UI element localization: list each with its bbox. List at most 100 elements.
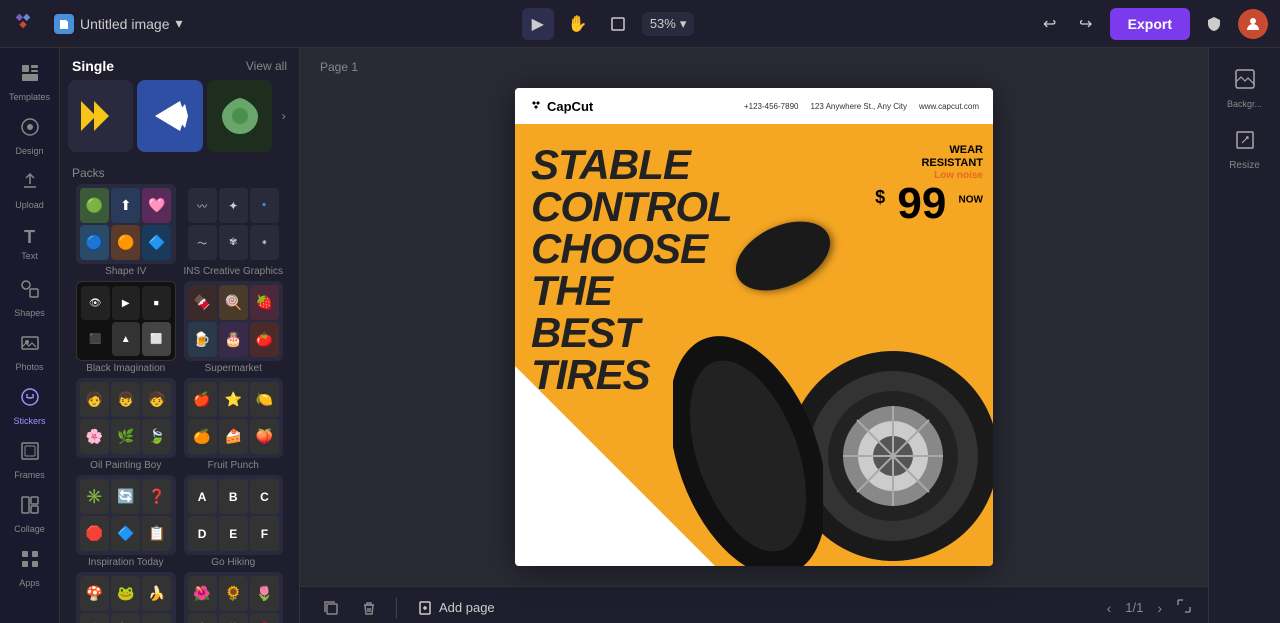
topbar-tools: ▶ ✋ 53% ▾ bbox=[195, 8, 1022, 40]
frame-tool-btn[interactable] bbox=[602, 8, 634, 40]
file-title: Untitled image bbox=[80, 16, 170, 32]
pack-supermarket-name: Supermarket bbox=[184, 363, 284, 374]
sidebar-item-text[interactable]: T Text bbox=[2, 218, 58, 270]
scroll-right-btn[interactable]: › bbox=[276, 80, 291, 152]
pack-ins[interactable]: 〰 ✦ 🔹 〜 ✾ ⁕ INS Creative Graphics bbox=[184, 184, 284, 277]
pack-supermarket[interactable]: 🍫 🍭 🍓 🍺 🎂 🍅 Supermarket bbox=[184, 281, 284, 374]
design-icon bbox=[20, 117, 40, 143]
panel-scroll: › Packs 🟢 ⬆ 🩷 🔵 🟠 🔷 bbox=[60, 80, 299, 623]
sticker-item[interactable] bbox=[207, 80, 272, 152]
sidebar-item-apps-label: Apps bbox=[19, 578, 40, 588]
export-button[interactable]: Export bbox=[1110, 8, 1190, 40]
apps-icon bbox=[20, 549, 40, 575]
canvas-workspace[interactable]: CapCut +123-456-7890 123 Anywhere St., A… bbox=[300, 48, 1208, 586]
tire-ad-logo: CapCut bbox=[529, 99, 593, 114]
panel-header: Single View all bbox=[60, 48, 299, 80]
copy-page-btn[interactable] bbox=[316, 593, 346, 623]
undo-redo-group: ↩ ↪ bbox=[1034, 8, 1102, 40]
sticker-item[interactable] bbox=[137, 80, 202, 152]
sidebar-item-shapes[interactable]: Shapes bbox=[2, 272, 58, 324]
pack-row-2: 👁 ▶ ⏹ ⬛ ▲ ⬜ Black Imagination 🍫 🍭 bbox=[68, 281, 291, 374]
sidebar-item-stickers[interactable]: Stickers bbox=[2, 380, 58, 432]
bottom-right: ‹ 1/1 › bbox=[1101, 598, 1192, 618]
resize-panel-item[interactable]: Resize bbox=[1213, 121, 1277, 179]
pack-oil-painting[interactable]: 🧑 👦 🧒 🌸 🌿 🍃 Oil Painting Boy bbox=[76, 378, 176, 471]
panel-title: Single bbox=[72, 58, 114, 74]
shield-btn[interactable] bbox=[1198, 8, 1230, 40]
sidebar-item-collage[interactable]: Collage bbox=[2, 488, 58, 540]
topbar-right: ↩ ↪ Export bbox=[1034, 8, 1268, 40]
stickers-icon bbox=[20, 387, 40, 413]
photos-icon bbox=[20, 333, 40, 359]
toolbar-divider bbox=[396, 598, 397, 618]
next-page-btn[interactable]: › bbox=[1151, 598, 1168, 618]
hand-tool-btn[interactable]: ✋ bbox=[562, 8, 594, 40]
sidebar-item-templates[interactable]: Templates bbox=[2, 56, 58, 108]
zoom-value: 53% bbox=[650, 16, 676, 31]
shapes-icon bbox=[20, 279, 40, 305]
pack-go-hiking[interactable]: A B C D E F Go Hiking bbox=[184, 475, 284, 568]
tire-ad-header: CapCut +123-456-7890 123 Anywhere St., A… bbox=[515, 88, 993, 124]
sidebar-item-design[interactable]: Design bbox=[2, 110, 58, 162]
pack-row-5: 🍄 🐸 🍌 🌵 🍇 🐢 🌺 🌻 🌷 bbox=[68, 572, 291, 623]
background-panel-item[interactable]: Backgr... bbox=[1213, 60, 1277, 117]
pack-fruit-punch-name: Fruit Punch bbox=[184, 460, 284, 471]
topbar: Untitled image ▾ ▶ ✋ 53% ▾ ↩ ↪ Export bbox=[0, 0, 1280, 48]
pack-inspiration[interactable]: ✳️ 🔄 ❓ 🛑 🔷 📋 Inspiration Today bbox=[76, 475, 176, 568]
canvas-area: Page 1 CapCut +123-456-7890 123 Anywhere… bbox=[300, 48, 1208, 623]
pack-black-imagination[interactable]: 👁 ▶ ⏹ ⬛ ▲ ⬜ Black Imagination bbox=[76, 281, 176, 374]
tire-ad-price: $ 99 NOW bbox=[875, 182, 983, 226]
pack-oil-painting-name: Oil Painting Boy bbox=[76, 460, 176, 471]
page-nav: ‹ 1/1 › bbox=[1101, 598, 1168, 618]
tire-ad: CapCut +123-456-7890 123 Anywhere St., A… bbox=[515, 88, 993, 566]
sidebar-item-upload-label: Upload bbox=[15, 200, 44, 210]
resize-label: Resize bbox=[1229, 160, 1260, 171]
right-panel: Backgr... Resize bbox=[1208, 48, 1280, 623]
redo-btn[interactable]: ↪ bbox=[1070, 8, 1102, 40]
sticker-item[interactable] bbox=[68, 80, 133, 152]
file-dropdown-icon[interactable]: ▾ bbox=[176, 15, 183, 32]
sidebar-item-apps[interactable]: Apps bbox=[2, 542, 58, 594]
packs-section: Packs 🟢 ⬆ 🩷 🔵 🟠 🔷 Shape IV bbox=[60, 160, 299, 623]
file-icon bbox=[54, 14, 74, 34]
collage-icon bbox=[20, 495, 40, 521]
sidebar-item-design-label: Design bbox=[15, 146, 43, 156]
sidebar-item-frames-label: Frames bbox=[14, 470, 45, 480]
bottom-toolbar: Add page ‹ 1/1 › bbox=[300, 586, 1208, 623]
pack-inspiration-name: Inspiration Today bbox=[76, 557, 176, 568]
main-layout: Templates Design Upload T Text Shapes bbox=[0, 48, 1280, 623]
sidebar-item-text-label: Text bbox=[21, 251, 38, 261]
file-info[interactable]: Untitled image ▾ bbox=[54, 14, 183, 34]
tire-ad-body: STABLE CONTROL CHOOSE THE BEST TIRES bbox=[515, 124, 993, 566]
add-page-btn[interactable]: Add page bbox=[409, 596, 503, 620]
select-tool-btn[interactable]: ▶ bbox=[522, 8, 554, 40]
sidebar-item-templates-label: Templates bbox=[9, 92, 50, 102]
sidebar-item-photos-label: Photos bbox=[15, 362, 43, 372]
expand-btn[interactable] bbox=[1176, 598, 1192, 617]
tire-ad-features: WEAR RESISTANT Low noise $ 99 NOW bbox=[875, 144, 983, 226]
templates-icon bbox=[20, 63, 40, 89]
app-logo bbox=[12, 10, 34, 38]
sidebar-item-upload[interactable]: Upload bbox=[2, 164, 58, 216]
pack-extra-1[interactable]: 🍄 🐸 🍌 🌵 🍇 🐢 bbox=[76, 572, 176, 623]
pack-fruit-punch[interactable]: 🍎 ⭐ 🍋 🍊 🍰 🍑 Fruit Punch bbox=[184, 378, 284, 471]
pack-go-hiking-name: Go Hiking bbox=[184, 557, 284, 568]
sidebar-item-stickers-label: Stickers bbox=[13, 416, 45, 426]
sidebar-item-photos[interactable]: Photos bbox=[2, 326, 58, 378]
pack-row-1: 🟢 ⬆ 🩷 🔵 🟠 🔷 Shape IV 〰 ✦ bbox=[68, 184, 291, 277]
tire-ad-headline: STABLE CONTROL CHOOSE THE BEST TIRES bbox=[531, 144, 732, 396]
avatar[interactable] bbox=[1238, 9, 1268, 39]
undo-btn[interactable]: ↩ bbox=[1034, 8, 1066, 40]
canvas-card[interactable]: CapCut +123-456-7890 123 Anywhere St., A… bbox=[515, 88, 993, 566]
pack-row-4: ✳️ 🔄 ❓ 🛑 🔷 📋 Inspiration Today A B bbox=[68, 475, 291, 568]
background-label: Backgr... bbox=[1227, 99, 1262, 109]
pack-row-3: 🧑 👦 🧒 🌸 🌿 🍃 Oil Painting Boy 🍎 ⭐ bbox=[68, 378, 291, 471]
view-all-link[interactable]: View all bbox=[246, 59, 287, 73]
delete-page-btn[interactable] bbox=[354, 593, 384, 623]
sidebar-item-frames[interactable]: Frames bbox=[2, 434, 58, 486]
zoom-control[interactable]: 53% ▾ bbox=[642, 12, 695, 36]
pack-ins-name: INS Creative Graphics bbox=[184, 266, 284, 277]
pack-extra-2[interactable]: 🌺 🌻 🌷 🌸 🌼 🌹 bbox=[184, 572, 284, 623]
pack-shape-iv[interactable]: 🟢 ⬆ 🩷 🔵 🟠 🔷 Shape IV bbox=[76, 184, 176, 277]
prev-page-btn[interactable]: ‹ bbox=[1101, 598, 1118, 618]
